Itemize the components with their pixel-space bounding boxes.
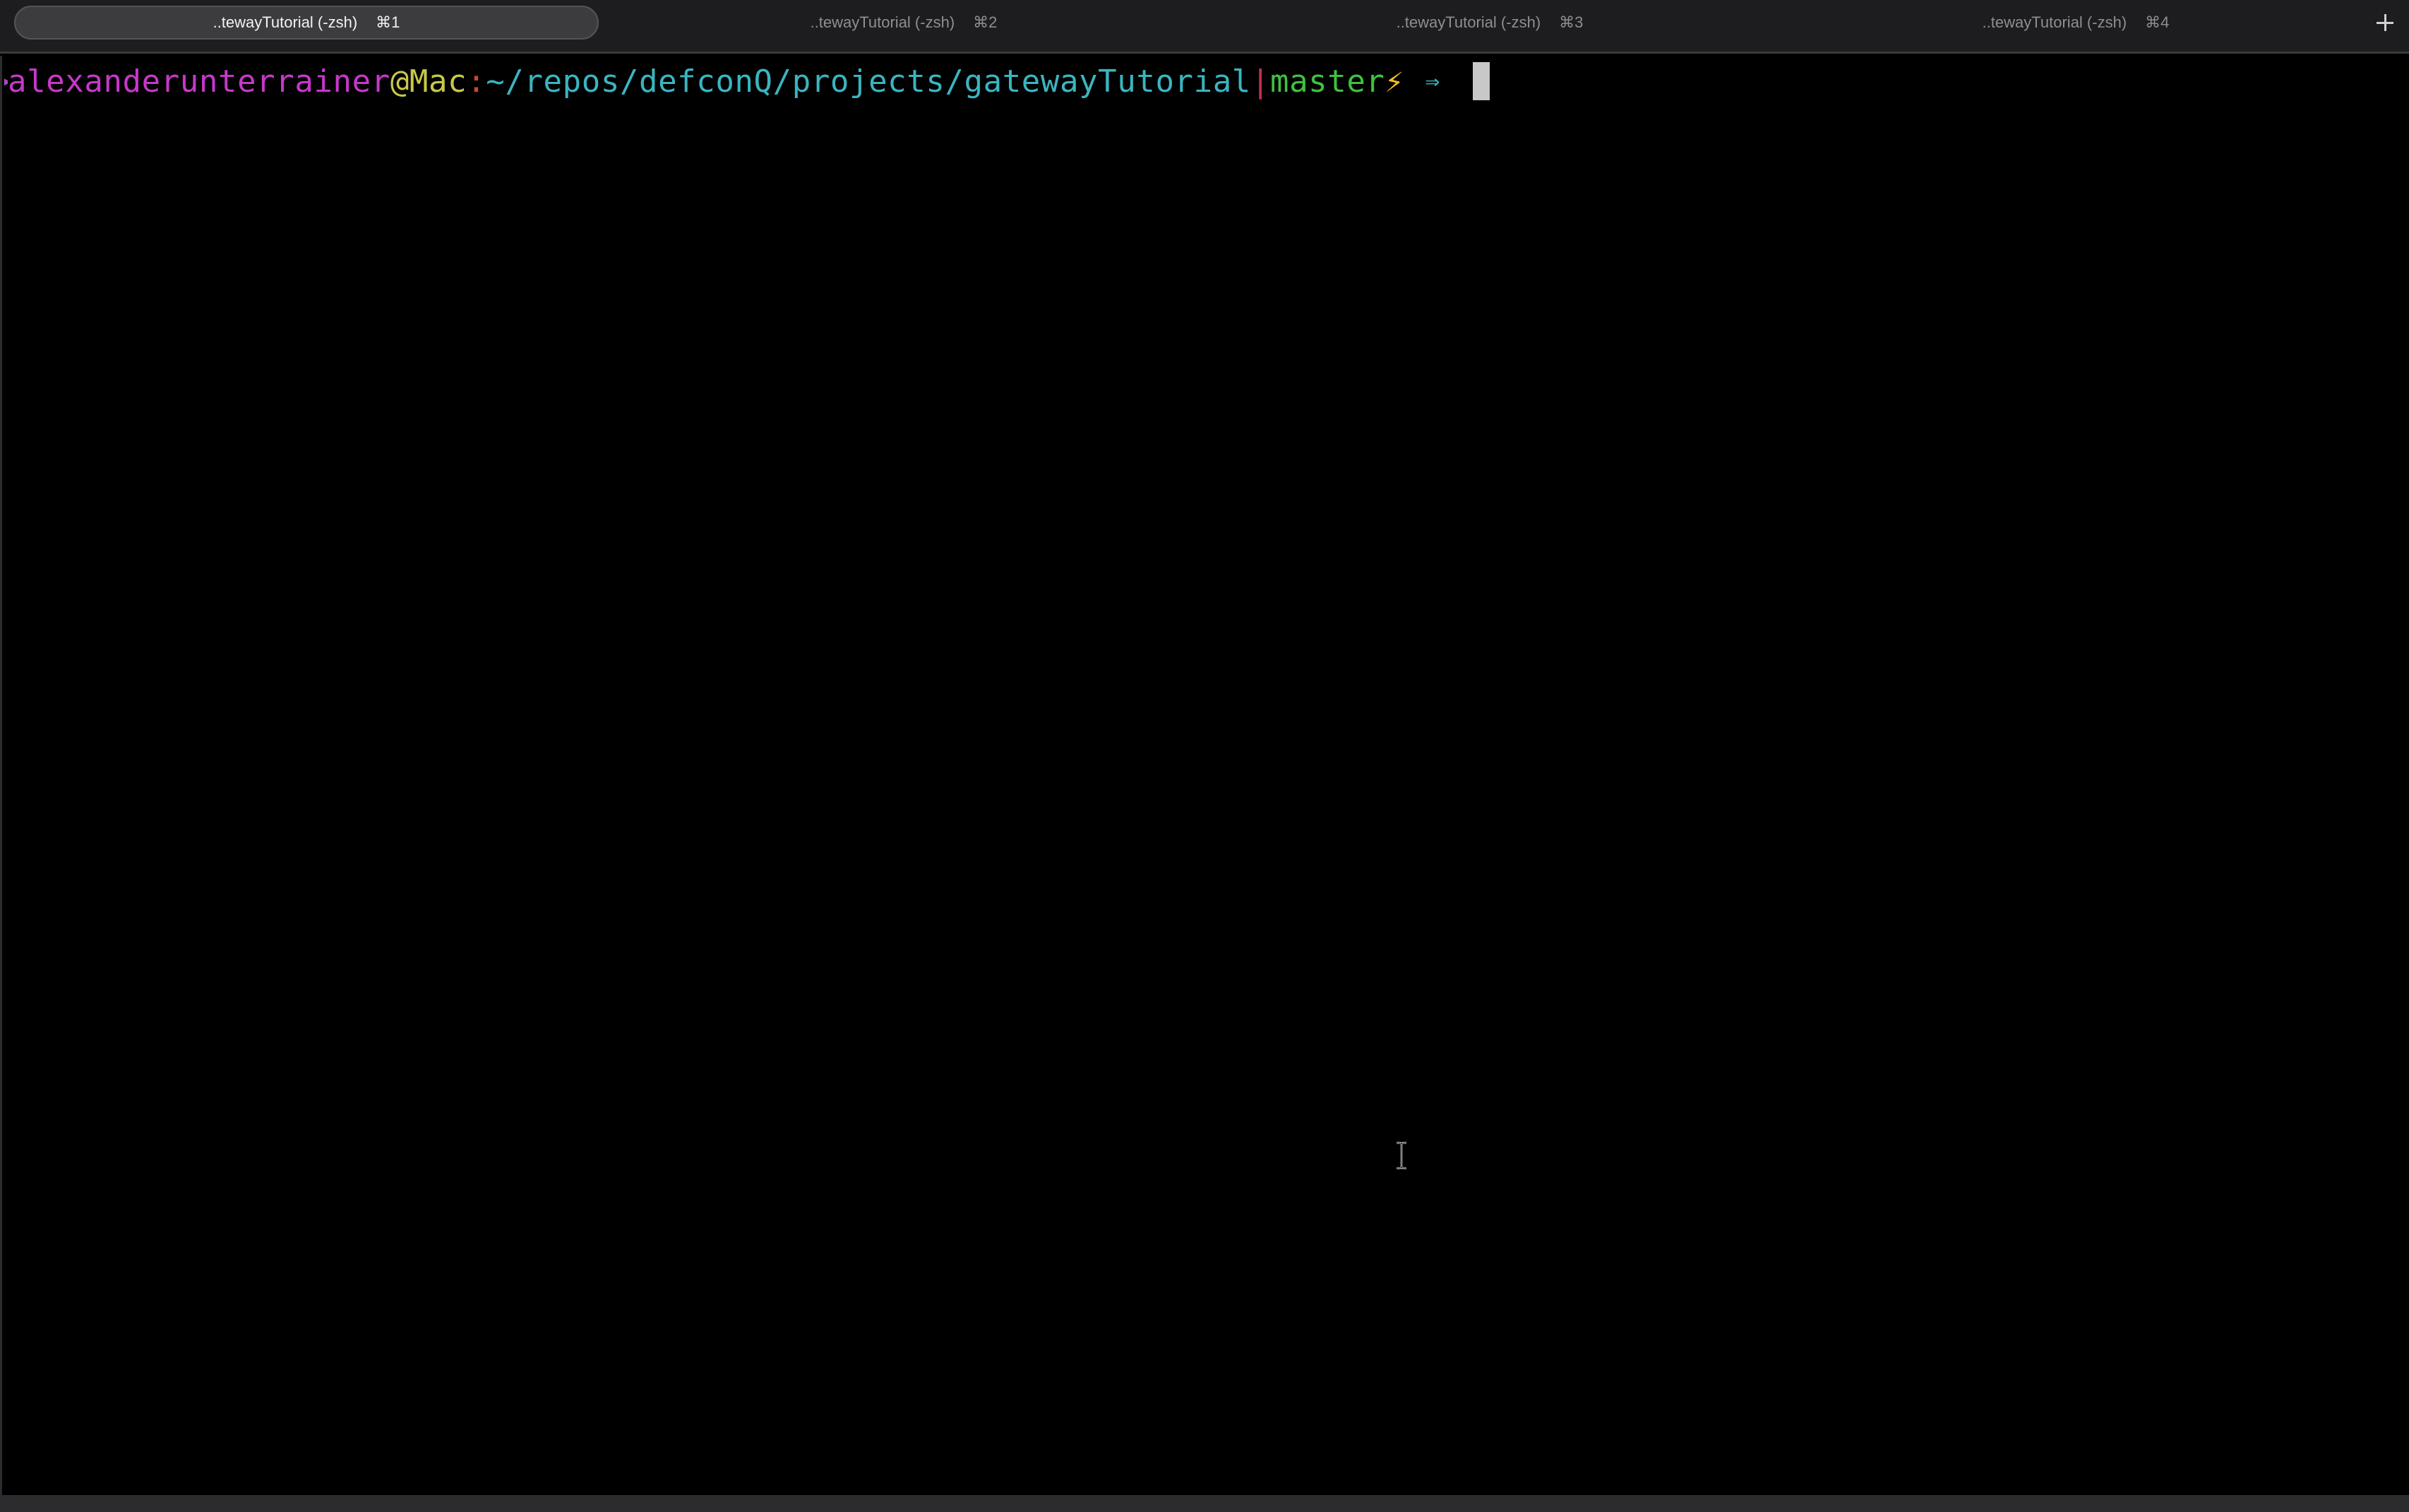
tab-3-shortcut: ⌘3 <box>1559 13 1584 31</box>
tab-2-shortcut: ⌘2 <box>973 13 998 31</box>
prompt-line: ▸ alexanderunterrainer @ Mac : ~/repos/d… <box>2 60 1490 102</box>
tab-4-title: ..tewayTutorial (-zsh) <box>1982 13 2127 31</box>
prompt-bolt-icon: ⚡ <box>1385 63 1404 100</box>
terminal-window: ..tewayTutorial (-zsh) ⌘1 ..tewayTutoria… <box>0 0 2409 1512</box>
tab-1-shortcut: ⌘1 <box>376 13 400 31</box>
tab-1-title: ..tewayTutorial (-zsh) <box>213 13 358 31</box>
prompt-separator: | <box>1250 63 1270 100</box>
tab-4[interactable]: ..tewayTutorial (-zsh) ⌘4 <box>1783 6 2368 40</box>
prompt-at: @ <box>390 63 410 100</box>
prompt-colon: : <box>467 63 486 100</box>
tab-2-title: ..tewayTutorial (-zsh) <box>810 13 955 31</box>
prompt-user: alexanderunterrainer <box>8 63 390 100</box>
prompt-path: ~/repos/defconQ/projects/gatewayTutorial <box>486 63 1251 100</box>
terminal-pane[interactable]: ▸ alexanderunterrainer @ Mac : ~/repos/d… <box>0 56 2409 1495</box>
tab-1[interactable]: ..tewayTutorial (-zsh) ⌘1 <box>14 6 599 40</box>
plus-icon <box>2377 14 2393 31</box>
tab-2[interactable]: ..tewayTutorial (-zsh) ⌘2 <box>611 6 1196 40</box>
prompt-host: Mac <box>409 63 467 100</box>
text-cursor <box>1472 62 1490 100</box>
tab-4-shortcut: ⌘4 <box>2145 13 2170 31</box>
tab-bar: ..tewayTutorial (-zsh) ⌘1 ..tewayTutoria… <box>0 0 2409 54</box>
prompt-branch: master <box>1269 63 1385 100</box>
prompt-marker: ▸ <box>2 71 8 92</box>
new-tab-button[interactable] <box>2371 8 2399 37</box>
tab-3-title: ..tewayTutorial (-zsh) <box>1396 13 1541 31</box>
horizontal-scrollbar[interactable] <box>0 1495 2409 1512</box>
ibeam-icon <box>1397 1141 1406 1170</box>
tab-3[interactable]: ..tewayTutorial (-zsh) ⌘3 <box>1197 6 1782 40</box>
prompt-arrow-icon: ⇒ <box>1425 67 1440 95</box>
